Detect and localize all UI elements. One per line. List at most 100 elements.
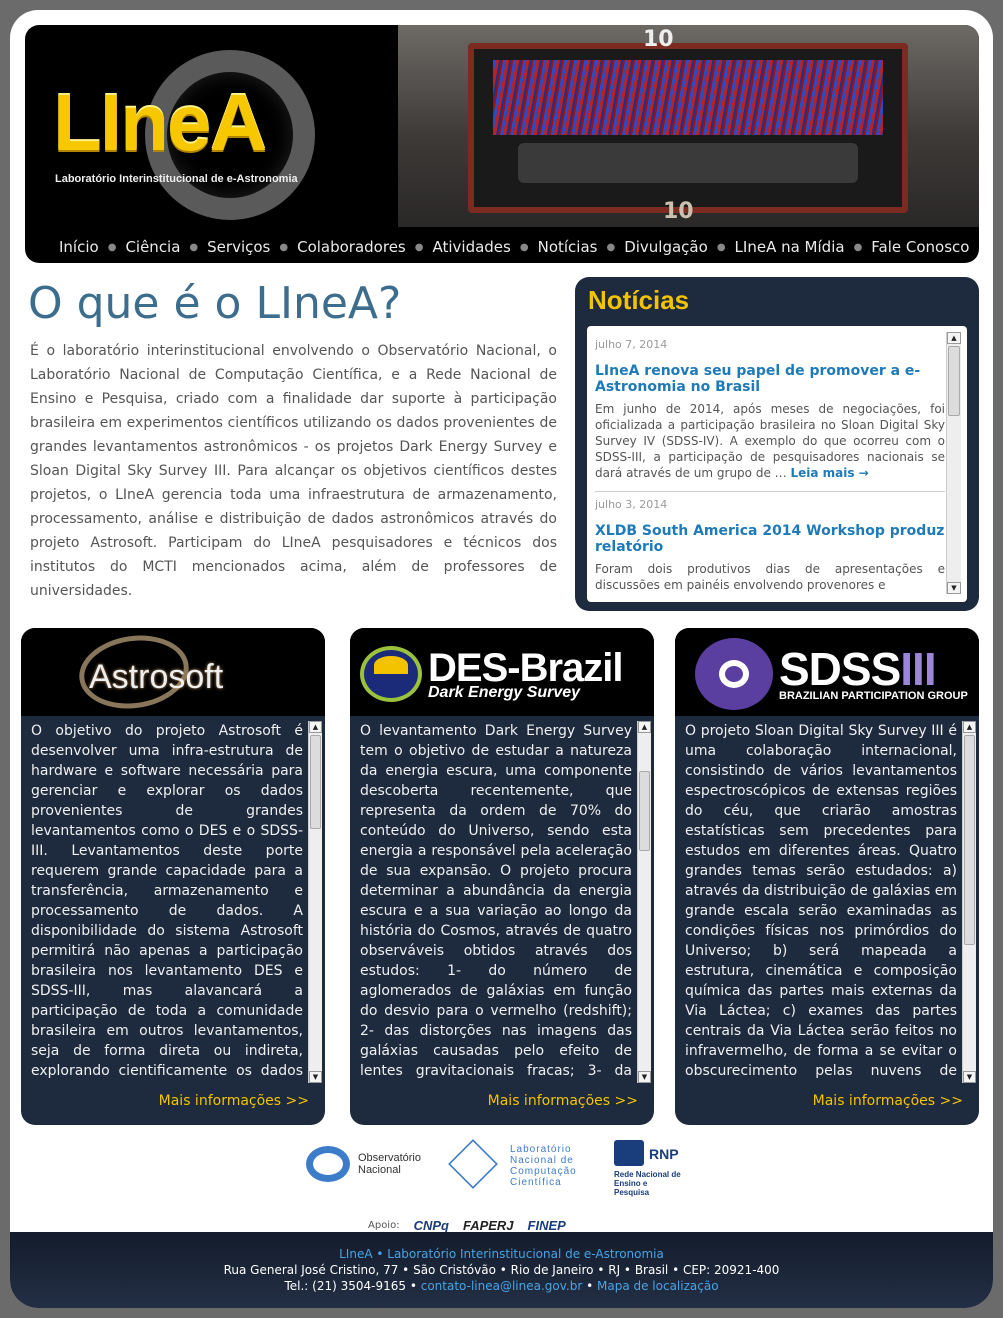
footer-title: LIneA • Laboratório Interinstitucional d… <box>339 1247 664 1261</box>
footer-separator: • <box>409 1279 417 1293</box>
rnp-subtitle: Rede Nacional de Ensino e Pesquisa <box>614 1170 681 1197</box>
news-excerpt: Foram dois produtivos dias de apresentaç… <box>595 562 945 592</box>
astrosoft-more-link[interactable]: Mais informações >> <box>159 1093 309 1109</box>
sdss-description: O projeto Sloan Digital Sky Survey III é… <box>685 723 957 1079</box>
des-logo-sun <box>374 656 408 674</box>
photo-number-top: 10 <box>643 27 674 52</box>
news-title-link[interactable]: LIneA renova seu papel de promover a e-A… <box>595 363 945 395</box>
observatorio-nacional-icon[interactable] <box>306 1146 350 1182</box>
news-item: julho 7, 2014 LIneA renova seu papel de … <box>595 338 945 492</box>
nav-separator: ● <box>107 241 117 253</box>
site-logo[interactable]: LIneA <box>53 83 267 163</box>
scroll-down-arrow-icon[interactable]: ▼ <box>638 1071 651 1083</box>
nav-separator: ● <box>606 241 616 253</box>
sdss-more-link[interactable]: Mais informações >> <box>813 1093 963 1109</box>
nav-colaboradores[interactable]: Colaboradores <box>297 238 406 256</box>
des-brazil-card: DES-Brazil Dark Energy Survey O levantam… <box>350 628 654 1125</box>
page: LIneA Laboratório Interinstitucional de … <box>10 10 993 1308</box>
des-brazil-description: O levantamento Dark Energy Survey tem o … <box>360 723 632 1079</box>
lncc-cube-icon[interactable] <box>448 1139 498 1189</box>
footer-separator: • <box>586 1279 594 1293</box>
logo-subtitle: Laboratório Interinstitucional de e-Astr… <box>55 173 298 185</box>
rnp-logo[interactable]: RNP <box>649 1146 679 1162</box>
cnpq-logo[interactable]: CNPq <box>414 1218 449 1233</box>
scroll-up-arrow-icon[interactable]: ▲ <box>638 721 651 733</box>
nav-ciencia[interactable]: Ciência <box>125 238 180 256</box>
des-logo-icon <box>360 646 422 702</box>
footer-address: Rua General José Cristino, 77 • São Cris… <box>223 1263 780 1277</box>
astrosoft-logo: Astrosoft <box>89 658 224 696</box>
news-scroll-content: julho 7, 2014 LIneA renova seu papel de … <box>595 332 945 602</box>
intro-text: É o laboratório interinstitucional envol… <box>30 343 557 599</box>
page-title: O que é o LIneA? <box>28 278 402 329</box>
scroll-down-arrow-icon[interactable]: ▼ <box>309 1071 322 1083</box>
astrosoft-scrollbar[interactable]: ▲ ▼ <box>308 721 322 1083</box>
des-brazil-more-link[interactable]: Mais informações >> <box>488 1093 638 1109</box>
scroll-up-arrow-icon[interactable]: ▲ <box>947 332 961 344</box>
scroll-down-arrow-icon[interactable]: ▼ <box>963 1071 976 1083</box>
astrosoft-card: Astrosoft O objetivo do projeto Astrosof… <box>21 628 325 1125</box>
des-brazil-logo-subtitle: Dark Energy Survey <box>428 684 581 701</box>
nav-separator: ● <box>853 241 863 253</box>
news-item: julho 3, 2014 XLDB South America 2014 Wo… <box>595 498 945 593</box>
nav-separator: ● <box>716 241 726 253</box>
sdss-logo-icon <box>695 638 773 710</box>
news-title-link[interactable]: XLDB South America 2014 Workshop produz … <box>595 523 945 555</box>
sdss-card: SDSSIII BRAZILIAN PARTICIPATION GROUP O … <box>675 628 979 1125</box>
rnp-icon[interactable] <box>614 1140 644 1166</box>
observatorio-nacional-logo[interactable]: Observatório Nacional <box>358 1152 448 1176</box>
partner-logos: Observatório Nacional Laboratório Nacion… <box>306 1139 706 1200</box>
news-date: julho 7, 2014 <box>595 338 668 351</box>
nav-atividades[interactable]: Atividades <box>432 238 510 256</box>
news-heading: Notícias <box>588 285 690 315</box>
nav-separator: ● <box>279 241 289 253</box>
sdss-banner: SDSSIII BRAZILIAN PARTICIPATION GROUP <box>675 628 979 716</box>
faperj-logo[interactable]: FAPERJ <box>463 1218 514 1233</box>
sdss-logo-text: SDSS <box>779 643 901 695</box>
lncc-logo[interactable]: Laboratório Nacional de Computação Cient… <box>510 1144 590 1188</box>
read-more-link[interactable]: Leia mais → <box>790 466 868 480</box>
scroll-up-arrow-icon[interactable]: ▲ <box>309 721 322 733</box>
scroll-down-arrow-icon[interactable]: ▼ <box>947 582 961 594</box>
apoio-label: Apoio: <box>368 1220 400 1231</box>
news-panel: Notícias julho 7, 2014 LIneA renova seu … <box>575 277 979 611</box>
nav-servicos[interactable]: Serviços <box>207 238 270 256</box>
scrollbar-thumb[interactable] <box>310 735 321 829</box>
nav-noticias[interactable]: Notícias <box>538 238 598 256</box>
astrosoft-description: O objetivo do projeto Astrosoft é desenv… <box>31 723 303 1079</box>
scrollbar-thumb[interactable] <box>639 771 650 851</box>
footer-email-link[interactable]: contato-linea@linea.gov.br <box>421 1279 583 1293</box>
sdss-scrollbar[interactable]: ▲ ▼ <box>962 721 976 1083</box>
astrosoft-banner: Astrosoft <box>21 628 325 716</box>
photo-number-bottom: 10 <box>663 199 694 224</box>
news-scrollbar[interactable]: ▲ ▼ <box>946 332 961 594</box>
support-logos: Apoio: CNPq FAPERJ FINEP <box>368 1218 566 1233</box>
main-nav: Início ● Ciência ● Serviços ● Colaboradores… <box>25 232 979 262</box>
sdss-logo-subtitle: BRAZILIAN PARTICIPATION GROUP <box>779 690 968 702</box>
news-list[interactable]: julho 7, 2014 LIneA renova seu papel de … <box>587 326 967 602</box>
photo-bar <box>518 143 858 183</box>
des-brazil-scrollbar[interactable]: ▲ ▼ <box>637 721 651 1083</box>
news-date: julho 3, 2014 <box>595 498 668 511</box>
footer-map-link[interactable]: Mapa de localização <box>597 1279 719 1293</box>
sdss-logo-roman: III <box>900 643 936 695</box>
header-photo: 10 10 <box>398 25 979 227</box>
footer-contact: Tel.: (21) 3504-9165 • contato-linea@lin… <box>10 1278 993 1294</box>
photo-wires <box>493 60 883 135</box>
news-divider <box>595 491 945 492</box>
nav-separator: ● <box>414 241 424 253</box>
news-excerpt: Em junho de 2014, após meses de negociaç… <box>595 401 945 481</box>
news-excerpt-text: Em junho de 2014, após meses de negociaç… <box>595 402 945 480</box>
nav-linea-na-midia[interactable]: LIneA na Mídia <box>735 238 845 256</box>
sdss-logo: SDSSIII <box>779 642 937 696</box>
nav-fale-conosco[interactable]: Fale Conosco <box>871 238 969 256</box>
des-brazil-banner: DES-Brazil Dark Energy Survey <box>350 628 654 716</box>
nav-divulgacao[interactable]: Divulgação <box>624 238 708 256</box>
footer-phone: Tel.: (21) 3504-9165 <box>284 1279 406 1293</box>
scrollbar-thumb[interactable] <box>964 735 975 945</box>
nav-inicio[interactable]: Início <box>59 238 99 256</box>
scroll-up-arrow-icon[interactable]: ▲ <box>963 721 976 733</box>
finep-logo[interactable]: FINEP <box>528 1218 566 1233</box>
sdss-gear-icon <box>719 660 749 688</box>
scrollbar-thumb[interactable] <box>948 346 960 416</box>
